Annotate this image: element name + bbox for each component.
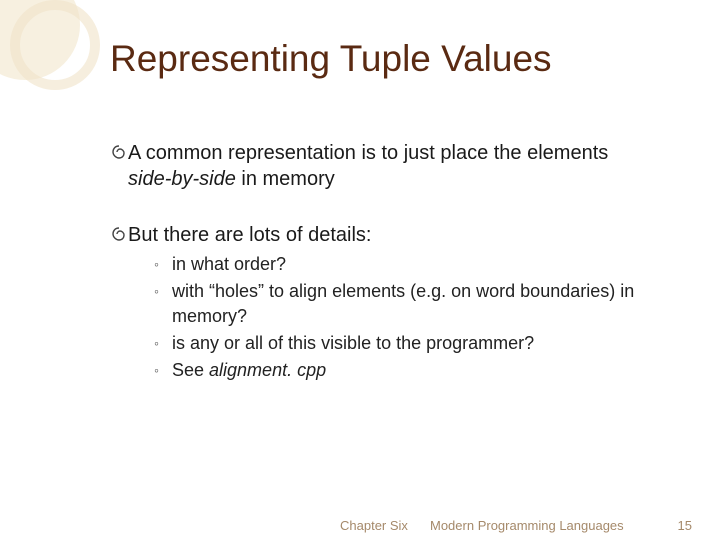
text-fragment: See [172,360,209,380]
sub-item: ◦ in what order? [154,252,650,276]
text-italic: alignment. cpp [209,360,326,380]
footer-chapter: Chapter Six [340,518,408,533]
sub-text: with “holes” to align elements (e.g. on … [172,279,650,328]
bullet-text: A common representation is to just place… [128,140,650,192]
ring-icon: ◦ [154,358,172,382]
text-fragment: is any or all of this visible to the pro… [172,333,534,353]
bullet-text: But there are lots of details: ◦ in what… [128,222,650,385]
footer-page: 15 [678,518,692,533]
sub-text: in what order? [172,252,650,276]
swirl-icon [110,222,128,246]
text-italic: side-by-side [128,168,236,190]
ring-icon: ◦ [154,331,172,355]
text-fragment: with “holes” to align elements (e.g. on … [172,281,634,325]
sub-text: is any or all of this visible to the pro… [172,331,650,355]
text-fragment: A common representation is to just place… [128,142,608,164]
sub-list: ◦ in what order? ◦ with “holes” to align… [128,252,650,382]
slide-body: A common representation is to just place… [50,140,670,385]
ring-icon: ◦ [154,252,172,276]
ring-icon: ◦ [154,279,172,303]
sub-item: ◦ with “holes” to align elements (e.g. o… [154,279,650,328]
slide: Representing Tuple Values A common repre… [0,0,720,540]
footer-book: Modern Programming Languages [430,518,624,533]
text-fragment: in memory [236,168,335,190]
swirl-icon [110,140,128,164]
sub-item: ◦ is any or all of this visible to the p… [154,331,650,355]
sub-text: See alignment. cpp [172,358,650,382]
bullet-item: But there are lots of details: ◦ in what… [110,222,650,385]
bullet-item: A common representation is to just place… [110,140,650,192]
text-fragment: But there are lots of details: [128,224,371,246]
slide-title: Representing Tuple Values [110,38,670,80]
text-fragment: in what order? [172,254,286,274]
sub-item: ◦ See alignment. cpp [154,358,650,382]
